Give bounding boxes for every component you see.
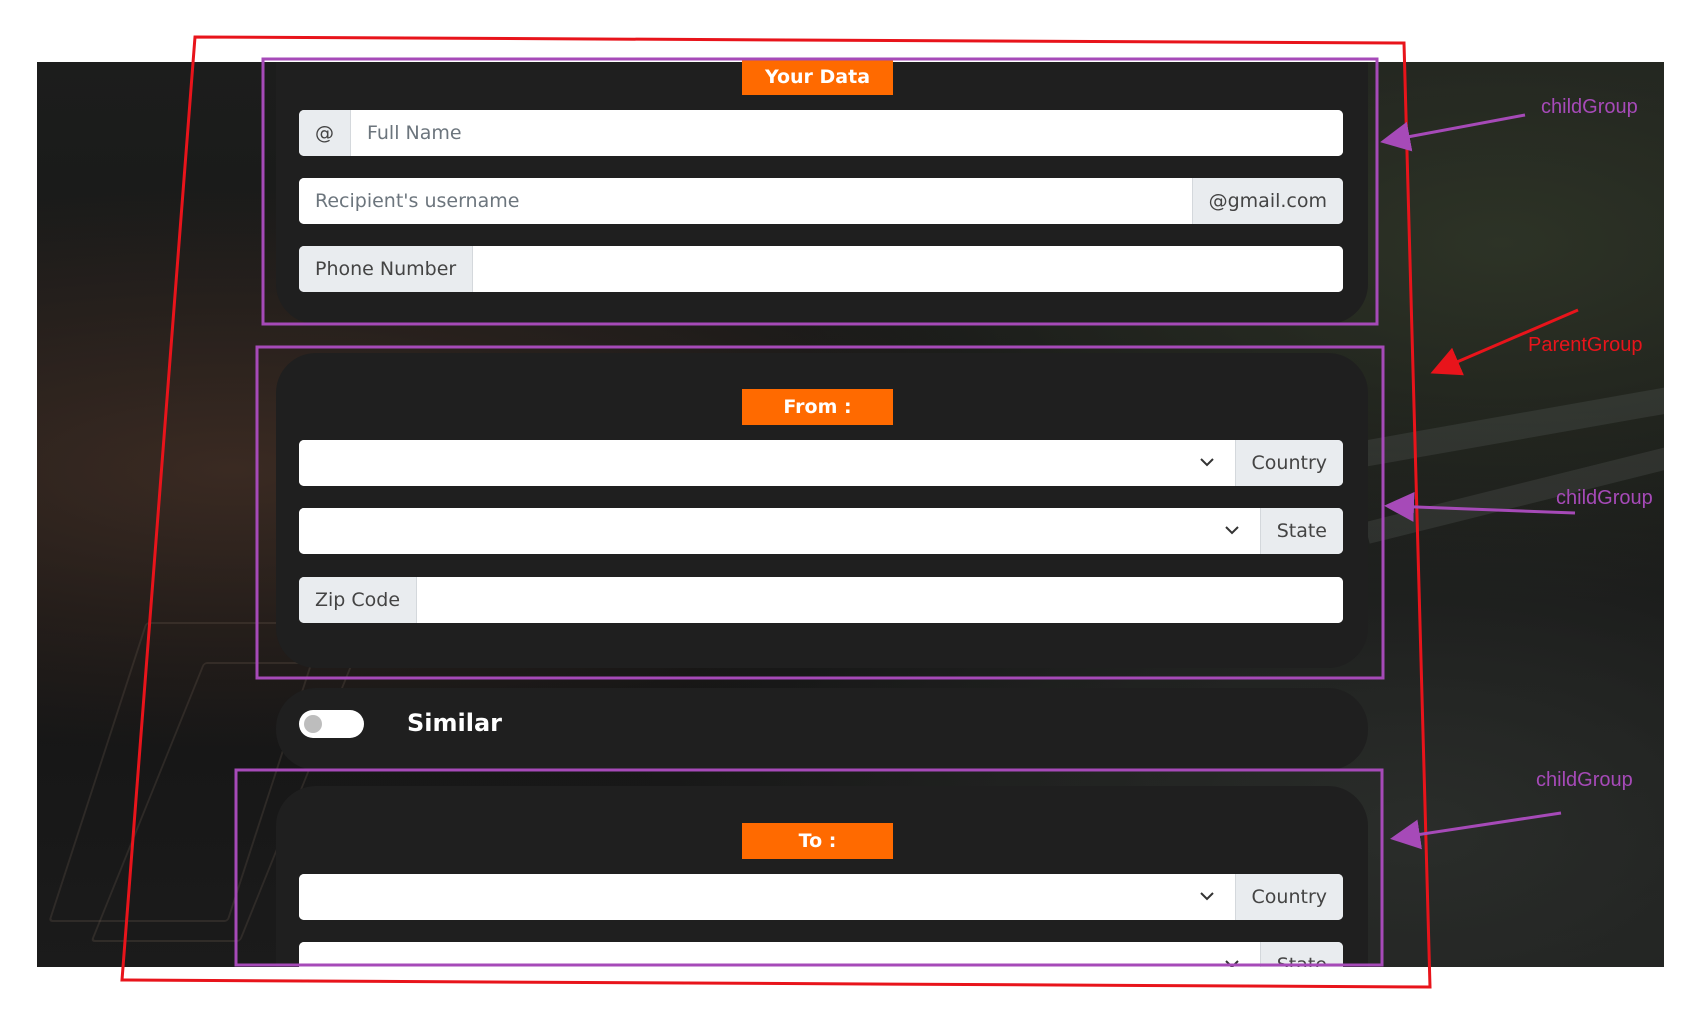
username-group: @gmail.com xyxy=(299,178,1343,224)
phone-prefix: Phone Number xyxy=(299,246,474,292)
parent-group-label: ParentGroup xyxy=(1528,334,1643,356)
chevron-down-icon xyxy=(1199,458,1214,467)
to-country-group: Country xyxy=(299,874,1343,920)
toggle-knob xyxy=(304,715,322,733)
state-suffix: State xyxy=(1259,942,1343,967)
from-state-select[interactable] xyxy=(299,508,1260,554)
child-group-label-2: childGroup xyxy=(1556,487,1653,509)
zip-group: Zip Code xyxy=(299,577,1343,623)
child-group-label-1: childGroup xyxy=(1541,96,1638,118)
to-title: To : xyxy=(742,823,893,859)
phone-group: Phone Number xyxy=(299,246,1343,292)
chevron-down-icon xyxy=(1224,960,1239,967)
country-suffix: Country xyxy=(1234,874,1343,920)
phone-input[interactable] xyxy=(473,246,1343,292)
your-data-title: Your Data xyxy=(742,59,893,95)
zip-input[interactable] xyxy=(417,577,1343,623)
from-title: From : xyxy=(742,389,893,425)
child-group-label-3: childGroup xyxy=(1536,769,1633,791)
full-name-input[interactable] xyxy=(351,110,1343,156)
to-country-select[interactable] xyxy=(299,874,1235,920)
username-input[interactable] xyxy=(299,178,1192,224)
page-bottom xyxy=(0,967,1701,1012)
from-country-select[interactable] xyxy=(299,440,1235,486)
to-state-select[interactable] xyxy=(299,942,1260,967)
full-name-group: @ xyxy=(299,110,1343,156)
similar-toggle[interactable] xyxy=(299,710,364,738)
to-state-group: State xyxy=(299,942,1343,967)
state-suffix: State xyxy=(1259,508,1343,554)
chevron-down-icon xyxy=(1199,892,1214,901)
similar-label: Similar xyxy=(407,709,503,737)
at-prefix: @ xyxy=(299,110,351,156)
gmail-suffix: @gmail.com xyxy=(1191,178,1343,224)
from-country-group: Country xyxy=(299,440,1343,486)
country-suffix: Country xyxy=(1234,440,1343,486)
from-state-group: State xyxy=(299,508,1343,554)
zip-prefix: Zip Code xyxy=(299,577,418,623)
chevron-down-icon xyxy=(1224,526,1239,535)
